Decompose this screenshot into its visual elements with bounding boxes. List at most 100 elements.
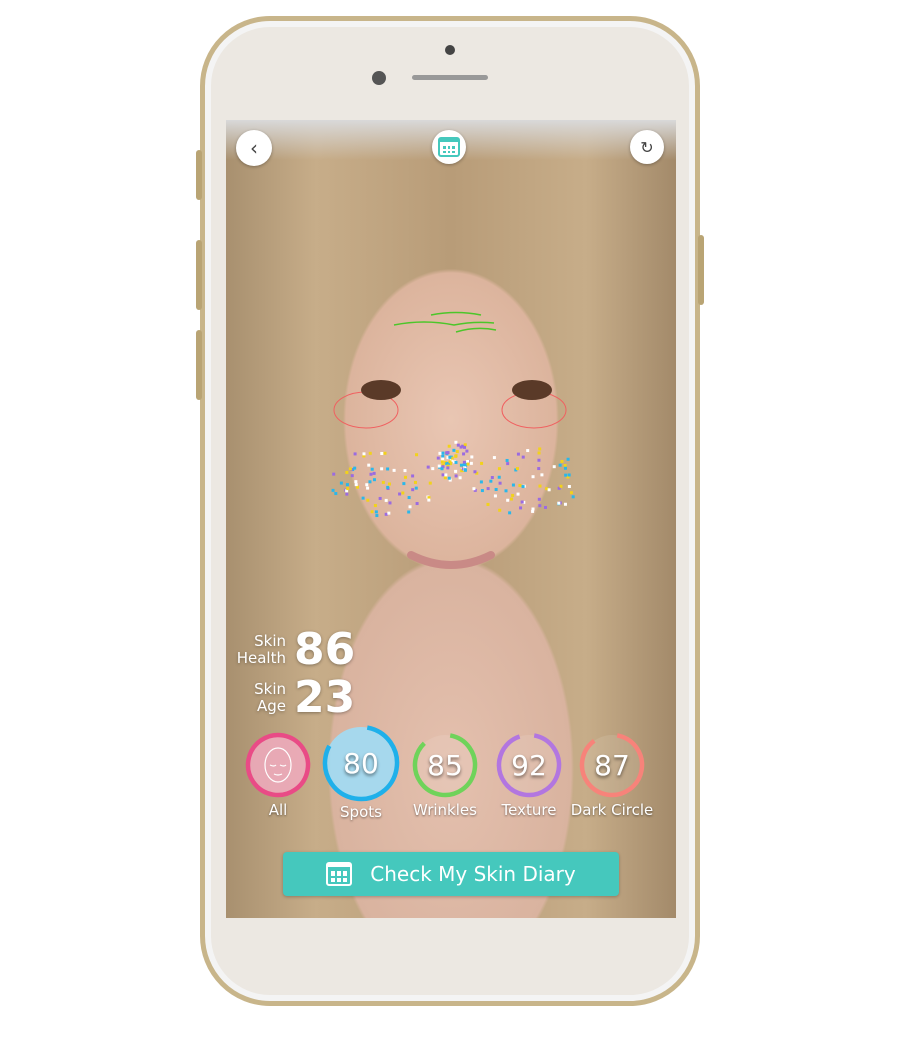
spot-marker: [531, 475, 535, 479]
back-button[interactable]: ‹: [236, 130, 272, 166]
spot-marker: [354, 480, 358, 484]
spot-marker: [518, 483, 522, 487]
spot-marker: [567, 473, 571, 477]
power-button: [698, 235, 704, 305]
spot-marker: [516, 492, 520, 496]
chevron-left-icon: ‹: [250, 136, 258, 160]
spot-marker: [516, 452, 520, 456]
spot-marker: [402, 482, 406, 486]
spot-marker: [372, 478, 376, 482]
spot-marker: [473, 470, 477, 474]
spot-marker: [441, 457, 445, 461]
skin-health-label: Health: [236, 648, 286, 667]
spot-marker: [515, 467, 519, 471]
spot-marker: [350, 474, 354, 478]
spot-marker: [369, 472, 373, 476]
switch-camera-button[interactable]: ↻: [630, 130, 664, 164]
spot-marker: [441, 454, 445, 458]
calendar-button[interactable]: [432, 130, 466, 164]
spot-marker: [415, 453, 419, 457]
spot-marker: [366, 498, 370, 502]
spot-marker: [407, 496, 411, 500]
spot-marker: [455, 450, 459, 454]
spot-marker: [408, 505, 412, 509]
spot-marker: [346, 487, 350, 491]
spot-marker: [506, 498, 510, 502]
spot-marker: [479, 480, 483, 484]
spot-marker: [354, 483, 358, 487]
spot-marker: [552, 465, 556, 469]
spot-marker: [345, 483, 349, 487]
spot-marker: [538, 447, 542, 451]
spot-marker: [445, 451, 449, 455]
spot-marker: [537, 467, 541, 471]
volume-up-button: [196, 240, 202, 310]
spot-marker: [441, 473, 445, 477]
spot-marker: [472, 487, 476, 491]
spot-marker: [428, 481, 432, 485]
spot-marker: [383, 451, 387, 455]
spot-marker: [526, 449, 530, 453]
spot-marker: [498, 481, 502, 485]
spot-marker: [437, 464, 441, 468]
spot-marker: [353, 466, 357, 470]
spot-marker: [567, 484, 571, 488]
spot-marker: [398, 492, 402, 496]
spot-marker: [448, 460, 452, 464]
spot-marker: [486, 502, 490, 506]
spot-marker: [454, 474, 458, 478]
spot-marker: [361, 496, 365, 500]
category-label: Dark Circle: [570, 801, 654, 819]
spot-marker: [510, 497, 514, 501]
spot-marker: [511, 483, 515, 487]
spot-marker: [492, 456, 496, 460]
spot-marker: [489, 479, 493, 483]
calendar-icon: [326, 862, 353, 886]
spot-marker: [373, 504, 377, 508]
skin-health-label: Skin: [254, 631, 286, 650]
spot-marker: [447, 444, 451, 448]
spot-marker: [448, 455, 452, 459]
earpiece-speaker: [412, 75, 488, 80]
spot-marker: [366, 486, 370, 490]
spot-marker: [571, 495, 575, 499]
spot-marker: [441, 451, 445, 455]
spot-marker: [511, 493, 515, 497]
spot-marker: [497, 475, 501, 479]
spot-marker: [521, 455, 525, 459]
spot-marker: [392, 468, 396, 472]
spot-marker: [331, 488, 335, 492]
skin-age-label: Skin: [254, 679, 286, 698]
spot-marker: [519, 506, 523, 510]
spot-marker: [446, 466, 450, 470]
check-skin-diary-button[interactable]: Check My Skin Diary: [283, 852, 619, 896]
spot-marker: [463, 445, 467, 449]
spot-marker: [559, 484, 563, 488]
proximity-sensor: [445, 45, 455, 55]
spot-marker: [521, 485, 525, 489]
spot-marker: [353, 452, 357, 456]
spot-marker: [440, 467, 444, 471]
spot-marker: [454, 454, 458, 458]
mute-switch: [196, 150, 202, 200]
spot-marker: [362, 452, 366, 456]
spot-marker: [380, 467, 384, 471]
skin-health-value: 86: [294, 624, 356, 675]
spot-marker: [444, 473, 448, 477]
spot-marker: [407, 510, 411, 514]
spot-marker: [462, 460, 466, 464]
spot-marker: [339, 481, 343, 485]
spot-marker: [381, 480, 385, 484]
spot-marker: [370, 510, 374, 514]
spot-marker: [462, 463, 466, 467]
spot-marker: [537, 451, 541, 455]
progress-ring: [245, 732, 311, 798]
spot-marker: [384, 512, 388, 516]
spot-marker: [345, 470, 349, 474]
spot-marker: [436, 456, 440, 460]
spot-marker: [365, 483, 369, 487]
spot-marker: [505, 458, 509, 462]
spot-marker: [386, 467, 390, 471]
spot-marker: [348, 467, 352, 471]
spot-marker: [566, 457, 570, 461]
